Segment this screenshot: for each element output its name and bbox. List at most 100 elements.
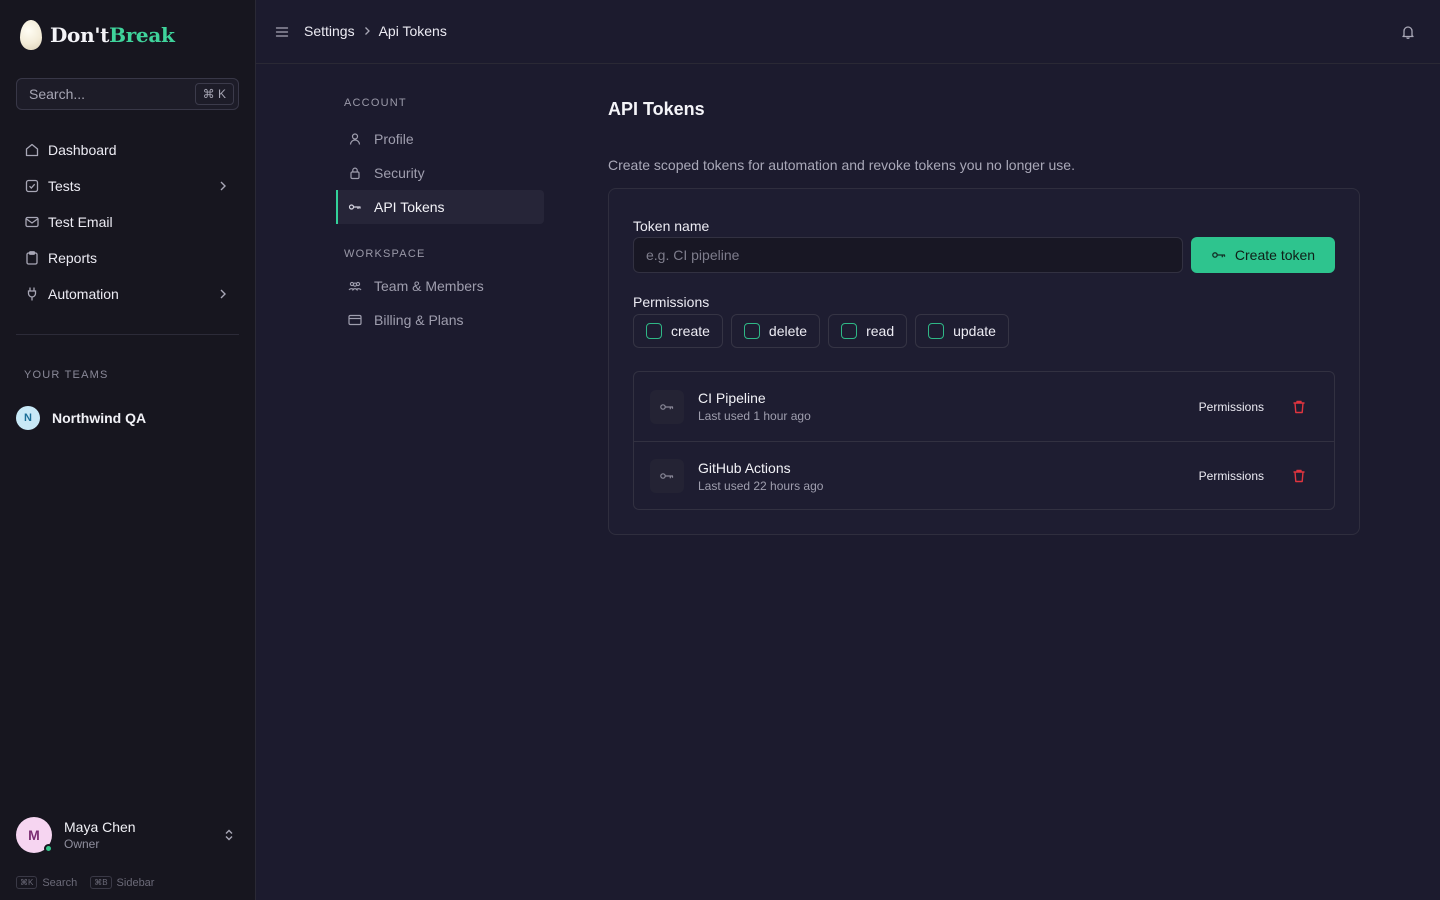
home-icon [25, 143, 39, 157]
sidebar-item-dashboard[interactable]: Dashboard [16, 132, 240, 168]
sidebar-item-automation[interactable]: Automation [16, 276, 240, 312]
credit-card-icon [348, 314, 362, 326]
avatar-initial: M [28, 827, 40, 843]
token-list: CI Pipeline Last used 1 hour ago Permiss… [633, 371, 1335, 510]
key-icon [1212, 252, 1226, 258]
users-icon [348, 281, 362, 291]
permission-read[interactable]: read [828, 314, 908, 348]
key-icon [660, 473, 674, 479]
menu-icon[interactable] [274, 24, 290, 40]
token-icon-box [650, 389, 684, 424]
user-icon [349, 133, 361, 145]
trash-icon[interactable] [1291, 399, 1307, 415]
sidebar-item-label: Tests [48, 178, 81, 194]
breadcrumb-settings[interactable]: Settings [304, 23, 355, 39]
team-name: Northwind QA [52, 410, 147, 426]
settings-nav: ACCOUNT Profile Security API Tokens WORK… [336, 96, 544, 337]
user-info: Maya Chen Owner [64, 819, 222, 851]
brand-name-part2: Break [109, 23, 175, 47]
check-square-icon [25, 179, 39, 193]
search-shortcut-badge: ⌘ K [194, 83, 234, 105]
token-name-label: Token name [633, 218, 710, 234]
sidebar-item-tests[interactable]: Tests [16, 168, 240, 204]
create-token-label: Create token [1234, 247, 1316, 263]
token-permissions-button[interactable]: Permissions [1199, 400, 1264, 414]
chevron-up-down-icon[interactable] [222, 828, 236, 842]
bell-icon[interactable] [1400, 24, 1416, 40]
egg-logo-icon [20, 20, 42, 50]
token-name: CI Pipeline [698, 390, 766, 406]
permission-update[interactable]: update [915, 314, 1009, 348]
token-permissions-button[interactable]: Permissions [1199, 469, 1264, 483]
settings-item-api-tokens[interactable]: API Tokens [336, 190, 544, 224]
workspace-heading: WORKSPACE [344, 248, 426, 260]
settings-item-label: API Tokens [374, 199, 445, 215]
user-name: Maya Chen [64, 819, 136, 835]
user-menu[interactable]: M Maya Chen Owner [16, 816, 240, 854]
breadcrumb-current: Api Tokens [378, 23, 447, 39]
create-token-button[interactable]: Create token [1191, 237, 1335, 273]
search-input[interactable]: Search... ⌘ K [16, 78, 239, 110]
settings-item-label: Security [374, 165, 425, 181]
token-icon-box [650, 459, 684, 493]
teams-heading: YOUR TEAMS [24, 369, 109, 381]
permission-label: create [671, 323, 710, 339]
key-icon [348, 204, 361, 210]
main-nav: Dashboard Tests Test Email Reports Autom… [16, 132, 240, 312]
token-name-input[interactable] [633, 237, 1183, 273]
lock-icon [350, 167, 360, 180]
breadcrumb: Settings Api Tokens [304, 23, 447, 39]
token-row: GitHub Actions Last used 22 hours ago Pe… [634, 441, 1334, 510]
shortcut-key: ⌘K [16, 876, 38, 889]
shortcut-label: Sidebar [116, 876, 155, 889]
settings-item-profile[interactable]: Profile [336, 122, 544, 156]
plug-icon [27, 287, 37, 301]
trash-icon[interactable] [1291, 468, 1307, 484]
key-icon [660, 403, 674, 410]
sidebar-item-label: Dashboard [48, 142, 117, 158]
online-status-indicator [44, 844, 53, 853]
token-last-used: Last used 1 hour ago [698, 409, 811, 423]
top-bar: Settings Api Tokens [256, 0, 1440, 64]
token-info: GitHub Actions Last used 22 hours ago [698, 460, 1199, 493]
permissions-label: Permissions [633, 294, 710, 310]
checkbox[interactable] [841, 323, 858, 339]
avatar: M [16, 817, 53, 853]
token-last-used: Last used 22 hours ago [698, 478, 824, 493]
permission-label: delete [768, 323, 808, 339]
checkbox[interactable] [928, 323, 945, 339]
sidebar: Don'tBreak Search... ⌘ K Dashboard Tests… [0, 0, 256, 900]
chevron-right-icon [364, 27, 370, 35]
brand-name-part1: Don't [50, 23, 110, 47]
user-role: Owner [64, 837, 100, 851]
team-item[interactable]: N Northwind QA [16, 406, 146, 430]
mail-icon [25, 216, 39, 228]
permissions-group: create delete read update [633, 314, 1017, 348]
brand-name: Don'tBreak [50, 23, 175, 47]
permission-delete[interactable]: delete [730, 314, 821, 348]
page-description: Create scoped tokens for automation and … [608, 157, 1075, 173]
settings-item-billing-plans[interactable]: Billing & Plans [336, 303, 544, 337]
permission-create[interactable]: create [633, 314, 723, 348]
sidebar-divider [16, 334, 239, 335]
permission-label: update [953, 323, 996, 339]
chevron-right-icon[interactable] [216, 179, 230, 193]
sidebar-item-test-email[interactable]: Test Email [16, 204, 240, 240]
token-name: GitHub Actions [698, 459, 791, 476]
sidebar-item-reports[interactable]: Reports [16, 240, 240, 276]
permission-label: read [866, 323, 895, 339]
token-info: CI Pipeline Last used 1 hour ago [698, 390, 1199, 423]
settings-item-label: Billing & Plans [374, 312, 464, 328]
settings-item-team-members[interactable]: Team & Members [336, 269, 544, 303]
chevron-right-icon[interactable] [216, 287, 230, 301]
shortcut-label: Search [42, 876, 78, 889]
team-avatar: N [16, 406, 40, 430]
search-placeholder: Search... [29, 86, 86, 102]
settings-item-security[interactable]: Security [336, 156, 544, 190]
token-row: CI Pipeline Last used 1 hour ago Permiss… [634, 372, 1334, 441]
account-heading: ACCOUNT [344, 97, 407, 109]
sidebar-item-label: Test Email [48, 214, 113, 230]
checkbox[interactable] [743, 323, 760, 339]
checkbox[interactable] [646, 323, 662, 339]
brand-logo[interactable]: Don'tBreak [20, 19, 175, 51]
